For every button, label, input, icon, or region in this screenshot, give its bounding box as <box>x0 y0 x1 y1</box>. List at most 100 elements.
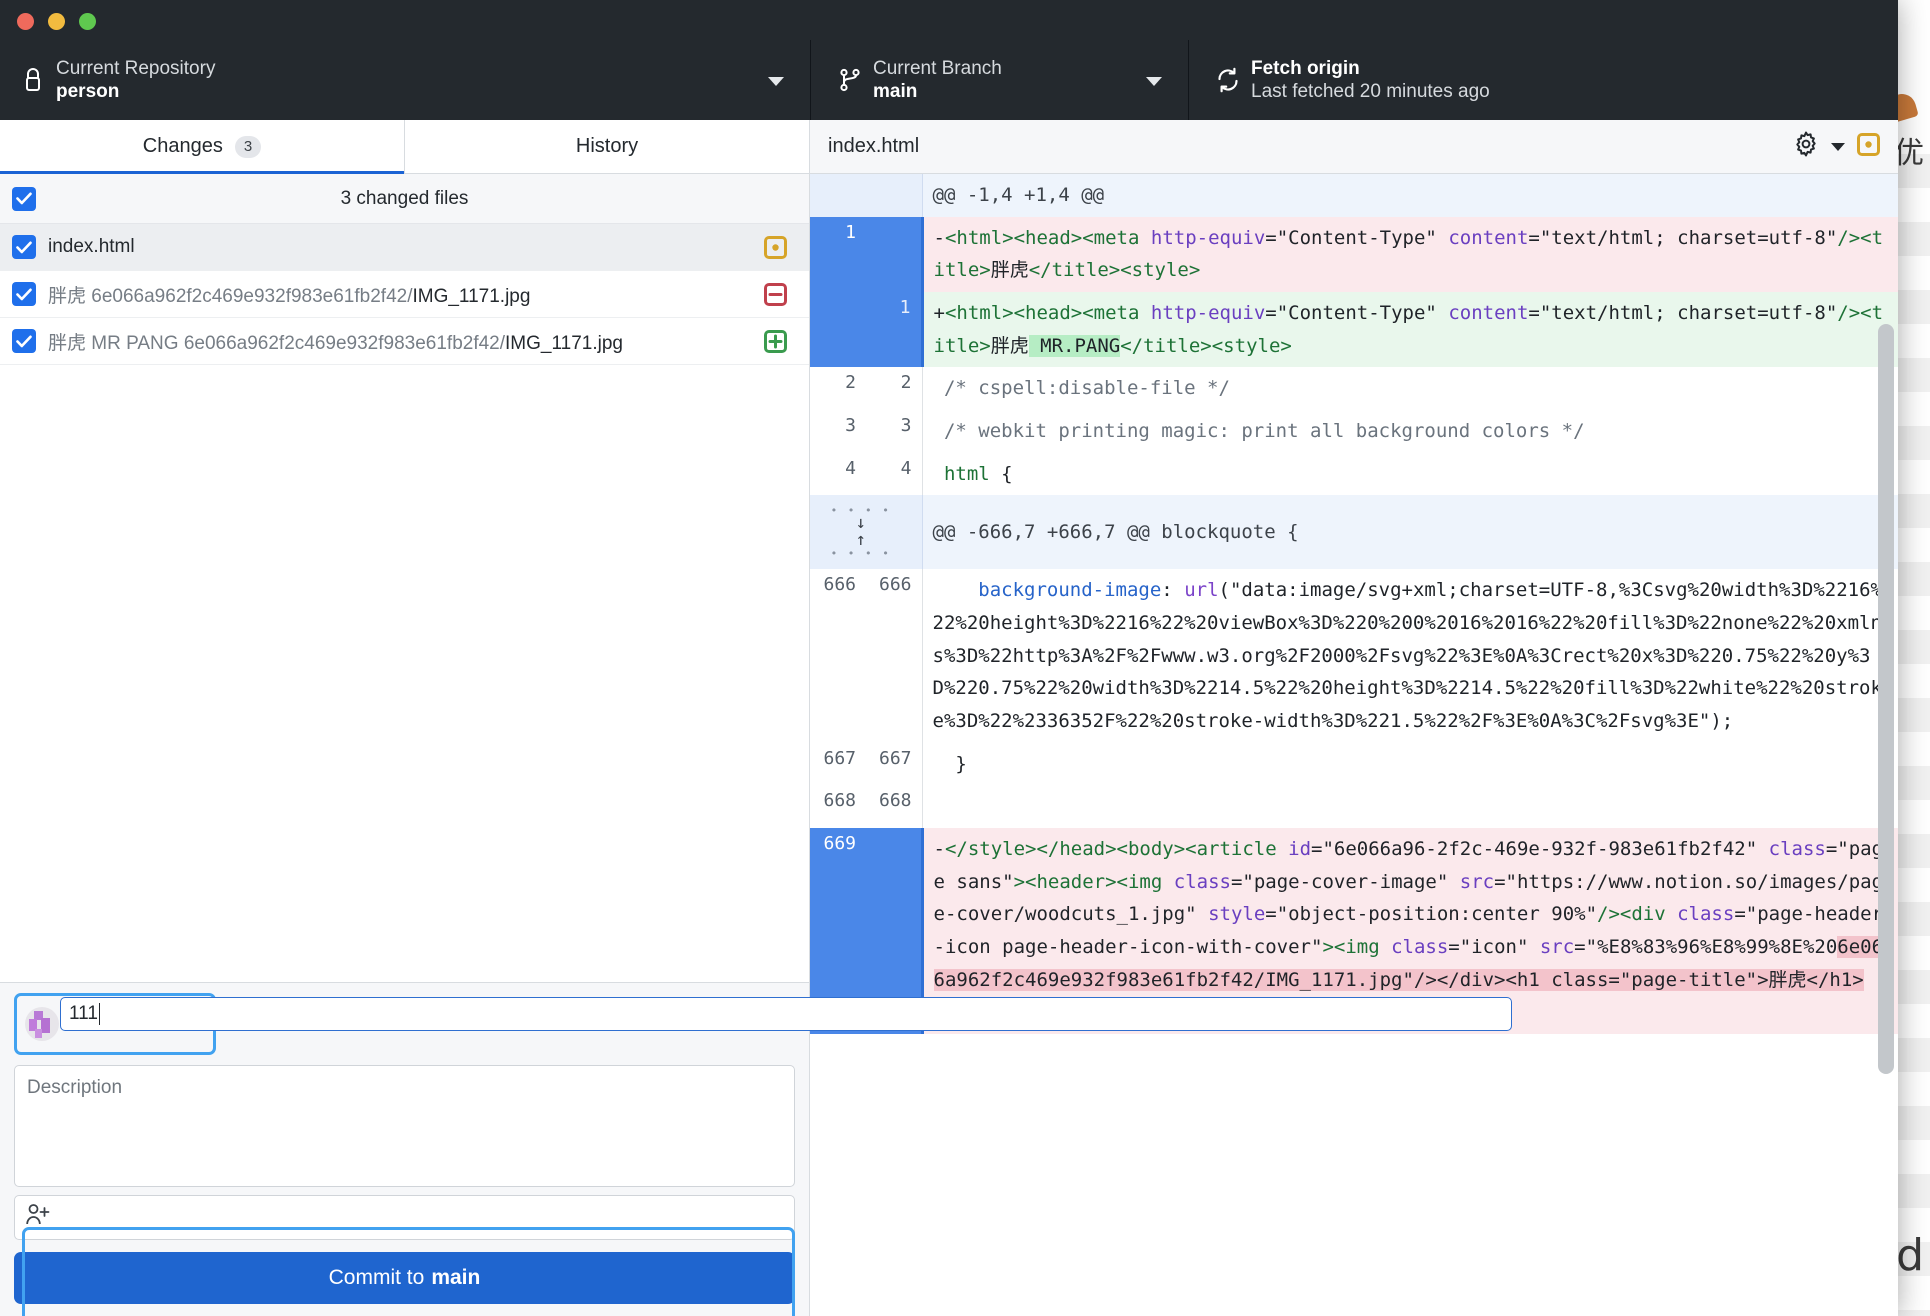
avatar <box>25 1007 59 1041</box>
text-caret <box>99 1003 100 1025</box>
diff-filename: index.html <box>828 135 919 158</box>
gear-icon[interactable] <box>1793 131 1819 162</box>
file-dir-2: 胖虎 MR PANG 6e066a962f2c469e932f983e61fb2… <box>48 333 505 354</box>
diff-hunk-header-row: @@ -1,4 +1,4 @@ <box>810 174 1898 217</box>
diff-context-row-2[interactable]: 2 2 /* cspell:disable-file */ <box>810 367 1898 410</box>
file-basename-0: index.html <box>48 236 135 257</box>
current-repository-value: person <box>56 80 215 103</box>
file-name-1: 胖虎 6e066a962f2c469e932f983e61fb2f42/IMG_… <box>48 281 530 308</box>
current-repository-label: Current Repository <box>56 57 215 80</box>
diff-header: index.html <box>810 120 1898 174</box>
changes-sidebar: Changes 3 History 3 changed files index.… <box>0 120 810 1316</box>
commit-summary-input[interactable]: 111 <box>60 997 1512 1031</box>
diff-line-3: /* cspell:disable-file */ <box>922 367 1898 410</box>
current-repository-button[interactable]: Current Repository person <box>0 40 810 120</box>
diff-line-6: @@ -666,7 +666,7 @@ blockquote { <box>922 495 1898 569</box>
gutter-old-0 <box>810 174 866 217</box>
diff-expand-controls[interactable]: • • • • ↓ ↑ • • • • <box>810 495 922 569</box>
file-basename-2: IMG_1171.jpg <box>505 333 623 354</box>
chevron-down-icon-diff-settings[interactable] <box>1831 143 1845 151</box>
diff-added-token: MR.PANG <box>1029 335 1121 357</box>
expand-down-icon[interactable]: ↓ <box>856 516 866 531</box>
commit-to-branch-button[interactable]: Commit to main <box>14 1252 795 1304</box>
github-desktop-window: Current Repository person Current Branch… <box>0 0 1898 1316</box>
gutter-old-3: 2 <box>810 367 866 410</box>
file-checkbox-0[interactable] <box>12 235 36 259</box>
gutter-old-2 <box>810 292 866 367</box>
sync-icon <box>1211 67 1245 93</box>
diff-context-row-666[interactable]: 666 666 background-image: url("data:imag… <box>810 569 1898 742</box>
file-basename-1: IMG_1171.jpg <box>412 286 530 307</box>
lock-icon <box>16 67 50 93</box>
expand-up-icon[interactable]: ↑ <box>856 533 866 548</box>
changed-files-header: 3 changed files <box>0 174 809 224</box>
chevron-down-icon-branch <box>1146 77 1162 86</box>
tab-history-label: History <box>576 135 638 158</box>
diff-context-row-4[interactable]: 4 4 html { <box>810 453 1898 496</box>
gutter-new-4: 3 <box>866 410 922 453</box>
diff-line-0: @@ -1,4 +1,4 @@ <box>922 174 1898 217</box>
file-row-index-html[interactable]: index.html <box>0 224 809 271</box>
diff-line-4: /* webkit printing magic: print all back… <box>922 410 1898 453</box>
commit-form: 111 Description Commit to <box>0 982 809 1316</box>
fetch-origin-button[interactable]: Fetch origin Last fetched 20 minutes ago <box>1188 40 1898 120</box>
diff-scroll-container[interactable]: @@ -1,4 +1,4 @@ 1 -<html><head><meta htt… <box>810 174 1898 1316</box>
background-glyph: 优 <box>1894 128 1924 172</box>
expand-dots-bottom: • • • • <box>831 550 891 557</box>
tab-changes-label: Changes <box>143 135 223 158</box>
background-glyph-2: d <box>1896 1230 1924 1281</box>
window-titlebar <box>0 0 1898 40</box>
app-body: Changes 3 History 3 changed files index.… <box>0 120 1898 1316</box>
gutter-new-9: 668 <box>866 785 922 828</box>
changes-list-empty-space <box>0 365 809 982</box>
gutter-old-5: 4 <box>810 453 866 496</box>
gutter-new-8: 667 <box>866 743 922 786</box>
gutter-new-1 <box>866 217 922 292</box>
diff-line-1: -<html><head><meta http-equiv="Content-T… <box>922 217 1898 292</box>
add-coauthor-button[interactable] <box>14 1195 795 1240</box>
file-name-2: 胖虎 MR PANG 6e066a962f2c469e932f983e61fb2… <box>48 328 623 355</box>
minimize-button[interactable] <box>48 13 65 30</box>
last-fetched-label: Last fetched 20 minutes ago <box>1251 80 1490 103</box>
diff-context-row-3[interactable]: 3 3 /* webkit printing magic: print all … <box>810 410 1898 453</box>
diff-line-2: +<html><head><meta http-equiv="Content-T… <box>922 292 1898 367</box>
diff-added-row-1[interactable]: 1 +<html><head><meta http-equiv="Content… <box>810 292 1898 367</box>
zoom-button[interactable] <box>79 13 96 30</box>
diff-expand-hunk-row[interactable]: • • • • ↓ ↑ • • • • @@ -666,7 +666,7 @@ … <box>810 495 1898 569</box>
gutter-new-0 <box>866 174 922 217</box>
tab-history[interactable]: History <box>404 120 809 173</box>
file-row-added-image[interactable]: 胖虎 MR PANG 6e066a962f2c469e932f983e61fb2… <box>0 318 809 365</box>
diff-deleted-row-1[interactable]: 1 -<html><head><meta http-equiv="Content… <box>810 217 1898 292</box>
diff-context-row-667[interactable]: 667 667 } <box>810 743 1898 786</box>
current-branch-label: Current Branch <box>873 57 1002 80</box>
status-modified-icon <box>764 236 787 264</box>
commit-description-placeholder: Description <box>27 1077 122 1098</box>
add-person-icon <box>25 1203 51 1232</box>
current-branch-button[interactable]: Current Branch main <box>810 40 1188 120</box>
commit-description-input[interactable]: Description <box>14 1065 795 1187</box>
chevron-down-icon <box>768 77 784 86</box>
changes-count-badge: 3 <box>235 136 261 158</box>
diff-vertical-scrollbar[interactable] <box>1878 324 1894 1074</box>
tab-changes[interactable]: Changes 3 <box>0 120 404 173</box>
diff-pane: index.html <box>810 120 1898 1316</box>
file-checkbox-2[interactable] <box>12 329 36 353</box>
diff-context-row-668[interactable]: 668 668 <box>810 785 1898 828</box>
commit-button-prefix: Commit to <box>329 1266 425 1290</box>
gutter-new-7: 666 <box>866 569 922 742</box>
gutter-old-4: 3 <box>810 410 866 453</box>
fetch-origin-label: Fetch origin <box>1251 57 1490 80</box>
file-checkbox-1[interactable] <box>12 282 36 306</box>
gutter-old-8: 667 <box>810 743 866 786</box>
commit-summary-value: 111 <box>69 1003 98 1025</box>
gutter-new-2: 1 <box>866 292 922 367</box>
diff-line-5: html { <box>922 453 1898 496</box>
status-added-icon <box>764 330 787 358</box>
status-deleted-icon <box>764 283 787 311</box>
close-button[interactable] <box>17 13 34 30</box>
gutter-old-1: 1 <box>810 217 866 292</box>
file-dir-1: 胖虎 6e066a962f2c469e932f983e61fb2f42/ <box>48 286 412 307</box>
diff-line-7: background-image: url("data:image/svg+xm… <box>922 569 1898 742</box>
file-row-deleted-image[interactable]: 胖虎 6e066a962f2c469e932f983e61fb2f42/IMG_… <box>0 271 809 318</box>
gutter-new-3: 2 <box>866 367 922 410</box>
